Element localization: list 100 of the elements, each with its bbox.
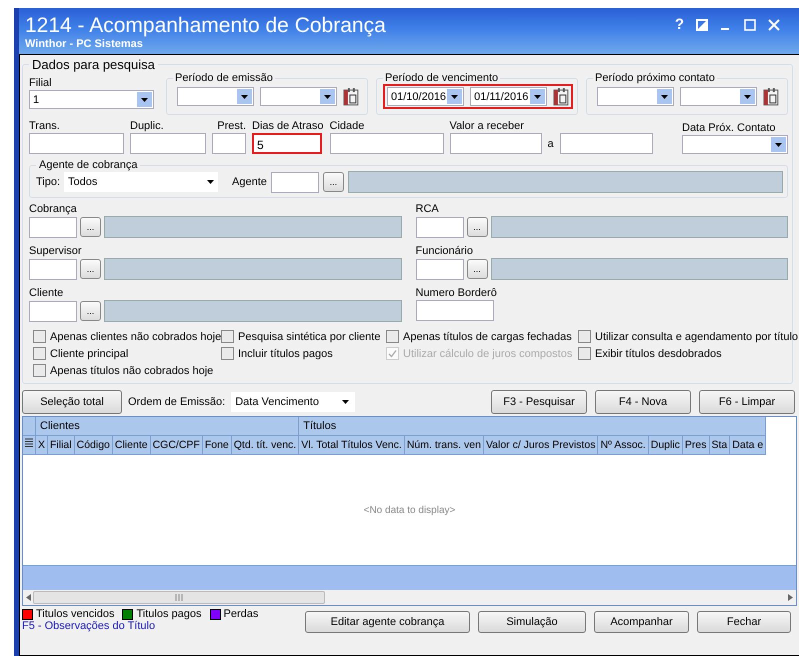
date-field[interactable]: 01/11/2016 [470,87,548,106]
browse-button[interactable]: ... [322,172,344,192]
checkbox-label: Incluir títulos pagos [238,348,333,360]
column-header[interactable]: X [36,436,48,455]
column-header[interactable]: Núm. trans. ven [404,436,484,455]
dropdown[interactable]: Data Vencimento [231,392,356,412]
action-button[interactable]: Editar agente cobrança [305,611,470,633]
text-field[interactable] [416,216,464,238]
date-field[interactable] [680,87,758,106]
window-title: 1214 - Acompanhamento de Cobrança [25,14,386,38]
column-header[interactable]: Sta [710,436,730,455]
action-button[interactable]: Acompanhar [594,611,689,633]
legend-label: Titulos vencidos [36,608,114,620]
column-header[interactable]: Código [74,436,113,455]
dropdown-arrow-icon[interactable] [207,180,214,184]
column-header[interactable]: CGC/CPF [150,436,203,455]
text-field[interactable] [29,216,77,238]
field-label: Valor a receber [450,119,525,133]
text-field[interactable] [212,133,246,154]
checkbox-label: Cliente principal [50,348,128,360]
text-field[interactable] [29,300,77,322]
dropdown-arrow-icon[interactable] [342,400,350,404]
checkbox-label: Apenas clientes não cobrados hoje [50,330,222,342]
field-label: Cliente [29,286,64,300]
text-field[interactable] [416,258,464,280]
checkbox[interactable] [578,347,591,360]
restore-icon[interactable] [696,18,708,30]
checkbox[interactable] [33,364,46,377]
column-header[interactable]: Data e [730,436,766,455]
column-header[interactable]: Valor c/ Juros Previstos [484,436,598,455]
help-button[interactable]: ? [674,16,684,33]
range-separator: a [548,138,554,152]
column-header[interactable]: Nº Assoc. [598,436,649,455]
text-field[interactable] [450,133,542,154]
browse-button[interactable]: ... [80,217,101,237]
checkbox-label: Pesquisa sintética por cliente [238,330,380,342]
select-all-button[interactable]: Seleção total [22,390,122,414]
date-field[interactable] [597,87,674,106]
column-header[interactable]: Cliente [112,436,151,455]
checkbox[interactable] [221,330,234,343]
text-field[interactable]: 5 [252,133,322,154]
legend-label: Perdas [224,608,258,620]
field-label: Cidade [330,119,366,133]
dropdown[interactable]: Todos [64,172,218,192]
date-field[interactable] [177,87,254,106]
scroll-left-icon[interactable] [26,594,31,601]
column-header[interactable]: Vl. Total Títulos Venc. [299,436,405,455]
band-header: Títulos [299,417,766,436]
text-field[interactable] [560,133,653,154]
close-icon[interactable] [768,18,780,30]
checkbox[interactable] [578,330,591,343]
column-header[interactable]: Filial [48,436,75,455]
calendar-icon[interactable] [763,88,779,106]
toolbar-button[interactable]: F3 - Pesquisar [491,390,587,414]
field-label: Supervisor [29,244,83,258]
text-field[interactable] [416,300,494,321]
field-label: Duplic. [130,119,165,133]
group-title: Período próximo contato [594,72,716,84]
date-field[interactable]: 01/10/2016 [387,87,464,106]
text-field[interactable] [270,172,319,192]
horizontal-scrollbar[interactable] [23,590,796,605]
browse-button[interactable]: ... [466,217,488,237]
checkbox[interactable] [33,330,46,343]
browse-button[interactable]: ... [466,259,488,279]
column-header[interactable]: Pres [682,436,710,455]
text-field[interactable] [29,133,124,154]
checkbox[interactable] [386,330,399,343]
column-header[interactable]: Fone [202,436,232,455]
date-field[interactable] [260,87,338,106]
text-field[interactable] [130,133,206,154]
scrollbar-thumb[interactable] [33,591,325,604]
checkbox[interactable] [221,347,234,360]
field-label: RCA [416,202,440,216]
field-label: Trans. [29,119,61,133]
empty-message: <No data to display> [364,504,456,516]
toolbar-button[interactable]: F4 - Nova [595,390,691,414]
checkbox-label: Utilizar cálculo de juros compostos [403,348,572,360]
checkbox[interactable] [33,347,46,360]
action-button[interactable]: Simulação [478,611,586,633]
column-header[interactable]: Duplic [648,436,683,455]
dropdown[interactable]: 1 [29,90,154,109]
browse-button[interactable]: ... [80,301,101,321]
group-title: Dados para pesquisa [31,57,156,72]
text-field[interactable] [330,133,444,154]
calendar-icon[interactable] [553,88,569,106]
action-button[interactable]: Fechar [697,611,791,633]
column-chooser-icon[interactable] [25,438,33,448]
field-label: Ordem de Emissão: [128,396,226,408]
maximize-icon[interactable] [744,18,756,30]
toolbar-button[interactable]: F6 - Limpar [699,390,795,414]
calendar-icon[interactable] [343,88,359,106]
scroll-right-icon[interactable] [788,594,793,601]
column-header[interactable]: Qtd. tít. venc. [232,436,300,455]
field-label: Filial [29,76,53,90]
browse-button[interactable]: ... [80,259,101,279]
text-field[interactable] [29,258,77,280]
shortcut-hint: F5 - Observações do Título [22,620,156,632]
checkbox-label: Utilizar consulta e agendamento por título [595,330,798,342]
field-label: Dias de Atraso [252,119,324,133]
field-label: Funcionário [416,244,474,258]
